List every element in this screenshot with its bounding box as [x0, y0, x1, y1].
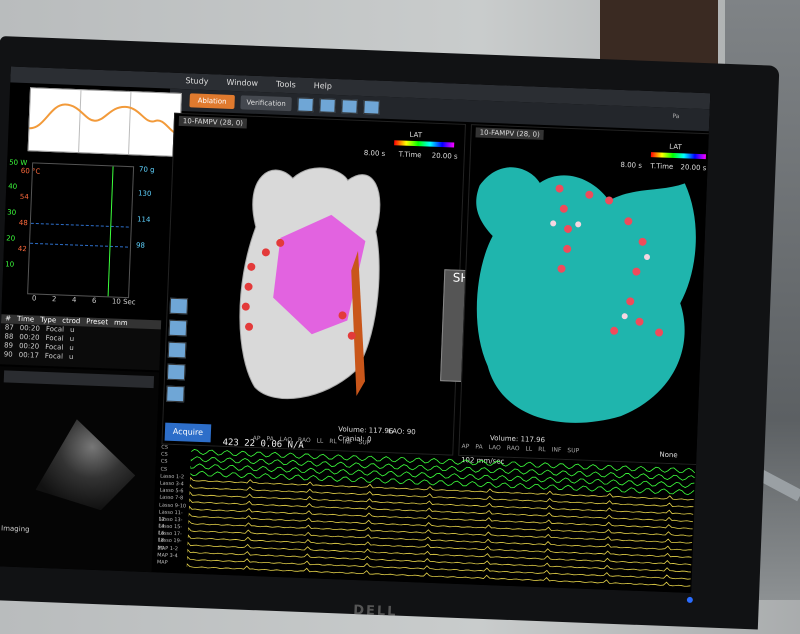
power-tick: 40 — [8, 182, 18, 191]
view-pa-button[interactable]: PA — [266, 436, 274, 448]
acquire-button[interactable]: Acquire — [164, 422, 212, 443]
temp-tick: 54 — [19, 192, 29, 202]
view-inf-button[interactable]: INF — [342, 438, 353, 450]
x-tick: 0 — [31, 294, 37, 303]
pan-tool-icon[interactable] — [167, 341, 187, 359]
ecg-trace — [188, 505, 693, 530]
ultrasound-panel: Imaging — [0, 366, 160, 573]
time-axis-label: 10 Sec — [111, 297, 136, 307]
cell: u — [69, 334, 75, 344]
view-rao-button[interactable]: RAO — [507, 445, 520, 457]
timestamp: Pa — [672, 112, 680, 121]
settings-tool-icon[interactable] — [363, 100, 381, 115]
point-tool-icon[interactable] — [166, 363, 186, 381]
view-ll-button[interactable]: LL — [525, 445, 532, 457]
monitor-logo: DELL — [352, 602, 398, 620]
cell: 87 — [4, 323, 14, 332]
mesh-tool-icon[interactable] — [341, 99, 359, 114]
menu-tools[interactable]: Tools — [276, 77, 296, 94]
cell: 90 — [3, 350, 13, 359]
force-scale-label: 70 g — [138, 165, 155, 175]
power-tick: 20 — [6, 234, 16, 243]
force-tick: 130 — [137, 189, 152, 198]
lao-readout: LAO: 90 — [387, 427, 416, 437]
col-header: Preset — [86, 317, 109, 327]
ablation-graph-panel: 50 W 40 30 20 10 60 °C 54 48 42 70 g 130… — [1, 156, 168, 318]
view-sup-button[interactable]: SUP — [567, 447, 579, 459]
ecg-trace — [187, 533, 692, 558]
impedance-thumbnail[interactable] — [27, 87, 182, 157]
force-tick: 114 — [136, 215, 151, 224]
view-ap-button[interactable]: AP — [252, 435, 261, 447]
heart-mesh-3d[interactable] — [459, 125, 709, 464]
ecg-trace — [186, 548, 691, 573]
view-lao-button[interactable]: LAO — [279, 436, 292, 448]
cell: Focal — [44, 351, 64, 361]
cell: 00:17 — [18, 350, 40, 360]
ultrasound-image — [24, 417, 137, 511]
channel-label: MAP — [156, 559, 168, 566]
heart-model-3d[interactable] — [162, 114, 464, 455]
col-header: # — [5, 314, 12, 323]
imaging-label: Imaging — [0, 524, 30, 534]
cell: 89 — [3, 341, 14, 350]
col-header: ctrod — [62, 316, 81, 326]
screen: Study Window Tools Help Ablation Verific… — [0, 66, 711, 593]
view-ap-button[interactable]: AP — [461, 443, 469, 455]
zoom-tool-icon[interactable] — [168, 319, 188, 337]
cell: u — [69, 343, 74, 353]
ecg-trace — [187, 541, 692, 566]
menu-help[interactable]: Help — [313, 78, 333, 95]
anatomy-view-right[interactable]: 10-FAMPV (28, 0) LAT 8.00 s T.Time 20.00… — [458, 124, 711, 466]
temp-tick: 42 — [17, 244, 27, 254]
ablation-button[interactable]: Ablation — [189, 93, 235, 110]
view-rl-button[interactable]: RL — [329, 438, 337, 450]
map-tool-icon[interactable] — [297, 97, 315, 113]
ultrasound-toolbar[interactable] — [3, 370, 155, 389]
cell: 88 — [4, 332, 14, 341]
ecg-trace — [187, 526, 692, 551]
cell: u — [69, 325, 75, 335]
catheter-tool-icon[interactable] — [319, 98, 337, 113]
view-lao-button[interactable]: LAO — [488, 444, 501, 456]
ecg-trace — [188, 497, 693, 523]
view-sup-button[interactable]: SUP — [358, 439, 370, 451]
power-scale-label: 50 W — [8, 158, 28, 168]
ecg-signals-panel: 102 mm/sec CS CS CS CS Lasso 1-2 Lasso 3… — [156, 444, 697, 593]
vitals-graph — [27, 162, 135, 299]
ecg-traces — [186, 449, 696, 587]
temp-tick: 48 — [18, 218, 28, 228]
x-tick: 4 — [71, 295, 77, 305]
x-tick: 6 — [91, 296, 97, 305]
channel-labels: CS CS CS CS Lasso 1-2 Lasso 3-4 Lasso 5-… — [157, 444, 192, 573]
x-tick: 2 — [51, 295, 57, 304]
ecg-trace — [189, 490, 694, 515]
monitor-bezel: Study Window Tools Help Ablation Verific… — [0, 36, 780, 630]
power-tick: 30 — [7, 208, 17, 217]
ecg-trace — [186, 562, 691, 587]
view-pa-button[interactable]: PA — [475, 444, 483, 456]
view-rl-button[interactable]: RL — [538, 446, 546, 458]
view-inf-button[interactable]: INF — [551, 446, 562, 458]
cell: u — [68, 352, 74, 362]
view-ll-button[interactable]: LL — [316, 437, 323, 449]
anatomy-view-left[interactable]: 10-FAMPV (28, 0) LAT 8.00 s T.Time 20.00… — [161, 112, 479, 456]
verification-button[interactable]: Verification — [240, 95, 293, 112]
col-header: Type — [39, 315, 57, 325]
menu-window[interactable]: Window — [226, 75, 258, 92]
power-tick: 10 — [5, 260, 15, 269]
view-rao-button[interactable]: RAO — [298, 437, 311, 449]
force-tick: 98 — [135, 241, 146, 250]
ecg-trace — [190, 463, 695, 488]
layer-tool-icon[interactable] — [166, 385, 185, 403]
rotate-tool-icon[interactable] — [169, 297, 189, 315]
ablation-events-table: # Time Type ctrod Preset mm 87 00:20 Focal… — [0, 314, 162, 371]
menu-study[interactable]: Study — [185, 73, 209, 90]
col-header: mm — [113, 318, 128, 328]
